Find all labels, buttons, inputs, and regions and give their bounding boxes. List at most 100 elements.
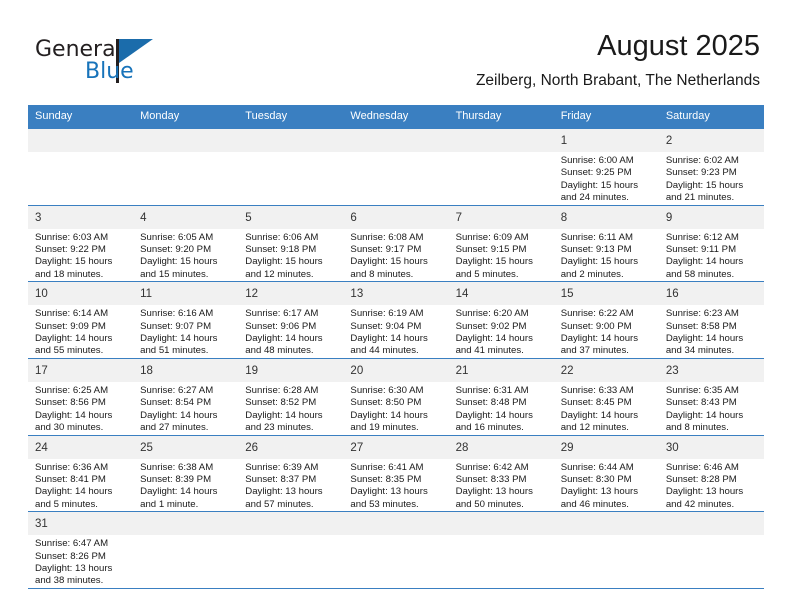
- day-details: Sunrise: 6:35 AM Sunset: 8:43 PM Daylight:…: [659, 382, 764, 435]
- sunrise-text: Sunrise: 6:14 AM: [35, 308, 109, 320]
- day-number: 1: [553, 129, 659, 152]
- day-details: Sunrise: 6:42 AM Sunset: 8:33 PM Daylight:…: [449, 459, 554, 512]
- day-cell-content: 15 Sunrise: 6:22 AM Sunset: 9:00 PM Dayligh…: [553, 282, 659, 358]
- calendar-day-cell[interactable]: 8 Sunrise: 6:11 AM Sunset: 9:13 PM Daylight…: [553, 204, 659, 282]
- calendar-table: Sunday Monday Tuesday Wednesday Thursday…: [28, 105, 764, 589]
- calendar-day-cell: [448, 511, 554, 589]
- day-details: Sunrise: 6:38 AM Sunset: 8:39 PM Daylight:…: [133, 459, 238, 512]
- calendar-day-cell[interactable]: 1 Sunrise: 6:00 AM Sunset: 9:25 PM Daylight…: [553, 129, 659, 205]
- calendar-day-cell[interactable]: 18 Sunrise: 6:27 AM Sunset: 8:54 PM Dayligh…: [133, 357, 239, 435]
- day-details: Sunrise: 6:05 AM Sunset: 9:20 PM Daylight:…: [133, 229, 238, 282]
- calendar-day-cell[interactable]: 4 Sunrise: 6:05 AM Sunset: 9:20 PM Daylight…: [133, 204, 239, 282]
- day-details: Sunrise: 6:30 AM Sunset: 8:50 PM Daylight:…: [343, 382, 448, 435]
- sunset-text: Sunset: 8:45 PM: [560, 397, 632, 409]
- calendar-day-cell[interactable]: 12 Sunrise: 6:17 AM Sunset: 9:06 PM Dayligh…: [238, 281, 344, 359]
- sunset-text: Sunset: 9:02 PM: [455, 320, 527, 332]
- calendar-day-cell[interactable]: 6 Sunrise: 6:08 AM Sunset: 9:17 PM Daylight…: [343, 204, 449, 282]
- day-number: 17: [28, 358, 134, 382]
- sunrise-text: Sunrise: 6:39 AM: [245, 461, 319, 473]
- sunrise-text: Sunrise: 6:47 AM: [35, 538, 109, 550]
- calendar-day-cell: [343, 511, 449, 589]
- daylight-text-line1: Daylight: 14 hours: [350, 333, 428, 345]
- calendar-day-cell[interactable]: 14 Sunrise: 6:20 AM Sunset: 9:02 PM Dayligh…: [448, 281, 554, 359]
- calendar-day-cell[interactable]: 10 Sunrise: 6:14 AM Sunset: 9:09 PM Dayligh…: [28, 281, 134, 359]
- calendar-day-cell[interactable]: 19 Sunrise: 6:28 AM Sunset: 8:52 PM Dayligh…: [238, 357, 344, 435]
- sunrise-text: Sunrise: 6:06 AM: [245, 231, 319, 243]
- calendar-day-cell: [658, 511, 764, 589]
- daylight-text-line2: and 50 minutes.: [455, 498, 524, 510]
- day-cell-content: 25 Sunrise: 6:38 AM Sunset: 8:39 PM Dayligh…: [133, 435, 239, 512]
- day-number: 24: [28, 435, 134, 459]
- day-number: 6: [343, 205, 449, 229]
- sunset-text: Sunset: 9:23 PM: [665, 167, 737, 179]
- day-details: Sunrise: 6:17 AM Sunset: 9:06 PM Daylight:…: [238, 305, 343, 358]
- calendar-day-cell[interactable]: 24 Sunrise: 6:36 AM Sunset: 8:41 PM Dayligh…: [28, 434, 134, 512]
- daylight-text-line1: Daylight: 15 hours: [560, 179, 639, 191]
- calendar-day-cell: [133, 511, 239, 589]
- calendar-week-row: 10 Sunrise: 6:14 AM Sunset: 9:09 PM Dayligh…: [28, 281, 764, 359]
- day-number: 2: [658, 129, 764, 152]
- daylight-text-line1: Daylight: 14 hours: [245, 333, 323, 345]
- calendar-day-cell[interactable]: 5 Sunrise: 6:06 AM Sunset: 9:18 PM Daylight…: [238, 204, 344, 282]
- calendar-day-cell[interactable]: 9 Sunrise: 6:12 AM Sunset: 9:11 PM Daylight…: [658, 204, 764, 282]
- calendar-day-cell[interactable]: 27 Sunrise: 6:41 AM Sunset: 8:35 PM Dayligh…: [343, 434, 449, 512]
- daylight-text-line2: and 2 minutes.: [560, 268, 624, 280]
- day-details: Sunrise: 6:00 AM Sunset: 9:25 PM Daylight:…: [554, 152, 659, 205]
- day-number: 4: [133, 205, 239, 229]
- day-cell-content: 24 Sunrise: 6:36 AM Sunset: 8:41 PM Dayligh…: [28, 435, 134, 512]
- daylight-text-line1: Daylight: 14 hours: [560, 409, 639, 421]
- day-details: Sunrise: 6:02 AM Sunset: 9:23 PM Daylight:…: [659, 152, 764, 205]
- calendar-day-cell[interactable]: 23 Sunrise: 6:35 AM Sunset: 8:43 PM Dayligh…: [658, 357, 764, 435]
- calendar-day-cell: [133, 129, 239, 205]
- daylight-text-line1: Daylight: 13 hours: [665, 486, 744, 498]
- calendar-day-cell[interactable]: 13 Sunrise: 6:19 AM Sunset: 9:04 PM Dayligh…: [343, 281, 449, 359]
- daylight-text-line2: and 23 minutes.: [245, 422, 314, 434]
- sunset-text: Sunset: 8:35 PM: [350, 473, 422, 485]
- calendar-day-cell[interactable]: 17 Sunrise: 6:25 AM Sunset: 8:56 PM Dayligh…: [28, 357, 134, 435]
- sunrise-text: Sunrise: 6:19 AM: [350, 308, 424, 320]
- day-cell-content: 22 Sunrise: 6:33 AM Sunset: 8:45 PM Dayligh…: [553, 358, 659, 435]
- daylight-text-line1: Daylight: 14 hours: [455, 409, 533, 421]
- calendar-day-cell[interactable]: 3 Sunrise: 6:03 AM Sunset: 9:22 PM Daylight…: [28, 204, 134, 282]
- day-number: 29: [553, 435, 659, 459]
- day-cell-content: [133, 129, 239, 205]
- brand-logo[interactable]: General Blue: [35, 37, 185, 93]
- calendar-day-cell[interactable]: 31 Sunrise: 6:47 AM Sunset: 8:26 PM Dayligh…: [28, 511, 134, 589]
- calendar-day-cell[interactable]: 25 Sunrise: 6:38 AM Sunset: 8:39 PM Dayligh…: [133, 434, 239, 512]
- calendar-day-cell[interactable]: 20 Sunrise: 6:30 AM Sunset: 8:50 PM Dayligh…: [343, 357, 449, 435]
- calendar-day-cell[interactable]: 15 Sunrise: 6:22 AM Sunset: 9:00 PM Dayligh…: [553, 281, 659, 359]
- daylight-text-line2: and 5 minutes.: [455, 268, 519, 280]
- calendar-day-cell[interactable]: 11 Sunrise: 6:16 AM Sunset: 9:07 PM Dayligh…: [133, 281, 239, 359]
- calendar-day-cell[interactable]: 22 Sunrise: 6:33 AM Sunset: 8:45 PM Dayligh…: [553, 357, 659, 435]
- daylight-text-line1: Daylight: 14 hours: [140, 333, 218, 345]
- sunset-text: Sunset: 9:06 PM: [245, 320, 317, 332]
- calendar-day-cell[interactable]: 7 Sunrise: 6:09 AM Sunset: 9:15 PM Daylight…: [448, 204, 554, 282]
- daylight-text-line1: Daylight: 13 hours: [560, 486, 639, 498]
- calendar-day-cell[interactable]: 30 Sunrise: 6:46 AM Sunset: 8:28 PM Dayligh…: [658, 434, 764, 512]
- day-number: 7: [448, 205, 554, 229]
- calendar-day-cell[interactable]: 2 Sunrise: 6:02 AM Sunset: 9:23 PM Daylight…: [658, 129, 764, 205]
- day-details: Sunrise: 6:31 AM Sunset: 8:48 PM Daylight:…: [449, 382, 554, 435]
- sunrise-text: Sunrise: 6:09 AM: [455, 231, 529, 243]
- calendar-week-row: 1 Sunrise: 6:00 AM Sunset: 9:25 PM Daylight…: [28, 129, 764, 205]
- daylight-text-line2: and 12 minutes.: [560, 422, 629, 434]
- calendar-day-cell[interactable]: 26 Sunrise: 6:39 AM Sunset: 8:37 PM Dayligh…: [238, 434, 344, 512]
- calendar-day-cell[interactable]: 16 Sunrise: 6:23 AM Sunset: 8:58 PM Dayligh…: [658, 281, 764, 359]
- day-number: 27: [343, 435, 449, 459]
- day-number: 16: [658, 282, 764, 306]
- calendar-day-cell[interactable]: 21 Sunrise: 6:31 AM Sunset: 8:48 PM Dayligh…: [448, 357, 554, 435]
- calendar-day-cell[interactable]: 28 Sunrise: 6:42 AM Sunset: 8:33 PM Dayligh…: [448, 434, 554, 512]
- day-details: Sunrise: 6:06 AM Sunset: 9:18 PM Daylight:…: [238, 229, 343, 282]
- daylight-text-line1: Daylight: 14 hours: [665, 409, 744, 421]
- calendar-week-row: 31 Sunrise: 6:47 AM Sunset: 8:26 PM Dayligh…: [28, 511, 764, 589]
- daylight-text-line1: Daylight: 14 hours: [350, 409, 428, 421]
- day-number: 25: [133, 435, 239, 459]
- sunrise-text: Sunrise: 6:42 AM: [455, 461, 529, 473]
- calendar-day-cell: [238, 511, 344, 589]
- calendar-day-cell[interactable]: 29 Sunrise: 6:44 AM Sunset: 8:30 PM Dayligh…: [553, 434, 659, 512]
- daylight-text-line2: and 21 minutes.: [665, 192, 735, 204]
- day-number: [133, 129, 239, 152]
- day-number: [133, 512, 239, 536]
- sunrise-text: Sunrise: 6:05 AM: [140, 231, 214, 243]
- day-number: 15: [553, 282, 659, 306]
